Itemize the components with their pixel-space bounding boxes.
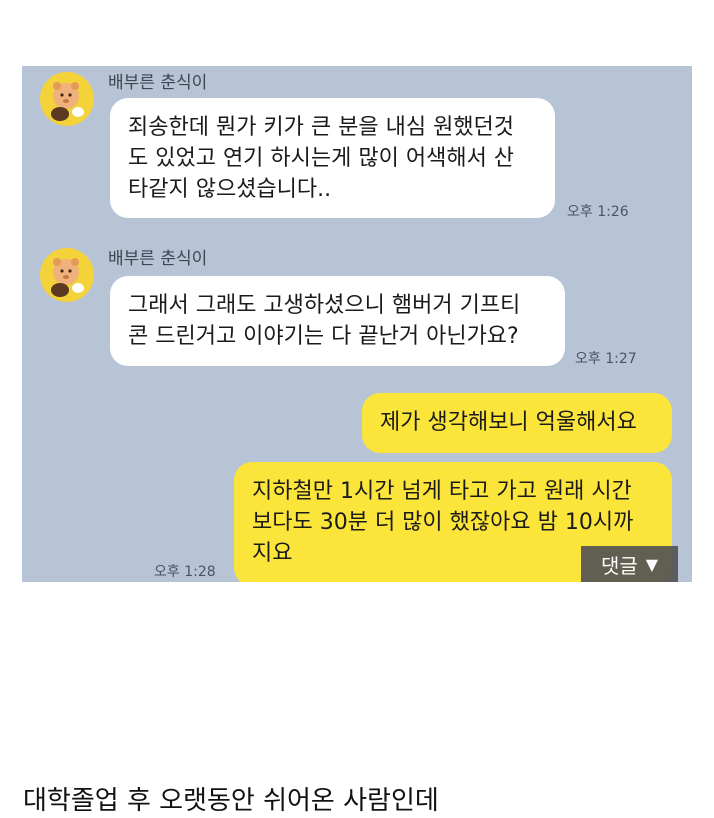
message-line: 도 있었고 연기 하시는게 많이 어색해서 산 [128, 146, 515, 171]
message-line: 죄송한데 뭔가 키가 큰 분을 내심 원했던것 [128, 115, 515, 140]
sender-name: 배부른 춘식이 [108, 73, 208, 93]
sender-avatar[interactable] [40, 248, 94, 302]
message-line: 타같지 않으셨습니다.. [128, 177, 332, 202]
message-time: 오후 1:27 [575, 351, 637, 367]
sender-name: 배부른 춘식이 [108, 249, 208, 269]
bear-character-icon [51, 82, 84, 121]
reply-button[interactable]: 댓글 ▼ [581, 546, 678, 582]
post-caption: 대학졸업 후 오랫동안 쉬어온 사람인데 [23, 786, 439, 816]
triangle-down-icon: ▼ [645, 554, 659, 574]
received-message-bubble[interactable]: 그래서 그래도 고생하셨으니 햄버거 기프티 콘 드린거고 이야기는 다 끝난거… [110, 276, 565, 366]
chat-screenshot: 배부른 춘식이 죄송한데 뭔가 키가 큰 분을 내심 원했던것 도 있었고 연기… [22, 66, 692, 582]
message-time: 오후 1:26 [567, 204, 629, 220]
message-line: 그래서 그래도 고생하셨으니 햄버거 기프티 [128, 293, 521, 318]
message-line: 지하철만 1시간 넘게 타고 가고 원래 시간 [252, 479, 632, 504]
message-line: 콘 드린거고 이야기는 다 끝난거 아닌가요? [128, 324, 519, 349]
message-line: 보다도 30분 더 많이 했잖아요 밤 10시까 [252, 510, 634, 535]
sent-message-bubble[interactable]: 제가 생각해보니 억울해서요 [362, 393, 672, 453]
message-line: 제가 생각해보니 억울해서요 [380, 410, 637, 435]
received-message-bubble[interactable]: 죄송한데 뭔가 키가 큰 분을 내심 원했던것 도 있었고 연기 하시는게 많이… [110, 98, 555, 218]
message-time: 오후 1:28 [154, 564, 216, 580]
reply-button-label: 댓글 [600, 553, 638, 578]
sender-avatar[interactable] [40, 72, 94, 126]
bear-character-icon [51, 258, 84, 297]
